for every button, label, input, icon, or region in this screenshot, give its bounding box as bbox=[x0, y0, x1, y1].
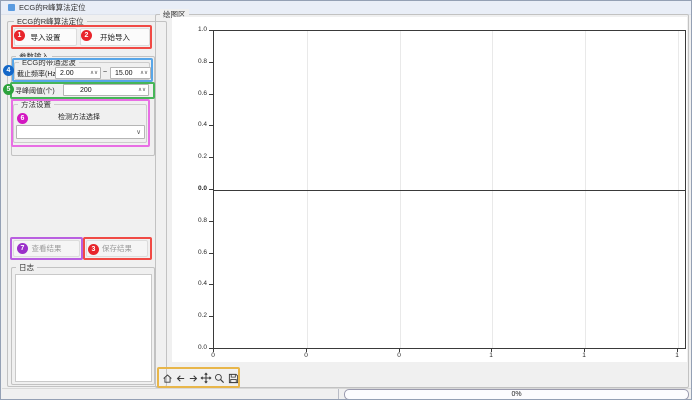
plot-axes bbox=[213, 30, 686, 349]
mark-circle-6: 6 bbox=[17, 113, 28, 124]
x-tick-label: 1 bbox=[576, 352, 592, 360]
method-select-label: 检测方法选择 bbox=[58, 112, 100, 122]
spin-up-down-icon[interactable]: ∧∨ bbox=[90, 70, 100, 76]
start-import-label: 开始导入 bbox=[100, 32, 130, 43]
log-group: 日志 bbox=[11, 267, 155, 385]
y-tickmark bbox=[209, 253, 213, 254]
y-tickmark bbox=[209, 221, 213, 222]
y-tickmark bbox=[209, 125, 213, 126]
y-tick-label: 0.4 bbox=[187, 280, 207, 288]
cutoff-low-spinbox[interactable]: 2.00 ∧∨ bbox=[55, 67, 101, 79]
x-tick-label: 0 bbox=[298, 352, 314, 360]
x-tick-label: 0 bbox=[205, 352, 221, 360]
progress-value: 0% bbox=[511, 391, 521, 398]
log-group-title: 日志 bbox=[16, 262, 37, 273]
spin-up-down-icon[interactable]: ∧∨ bbox=[138, 87, 148, 93]
zoom-magnifier-icon bbox=[214, 373, 225, 384]
app-icon bbox=[8, 4, 15, 11]
y-tick-label: 1.0 bbox=[187, 26, 207, 34]
log-textarea[interactable] bbox=[15, 274, 152, 382]
mark-circle-3: 3 bbox=[88, 244, 99, 255]
title-bar[interactable]: ECG的R峰算法定位 bbox=[1, 1, 692, 15]
cutoff-low-value: 2.00 bbox=[60, 70, 74, 77]
y-tick-label: 0.4 bbox=[187, 121, 207, 129]
import-settings-label: 导入设置 bbox=[31, 32, 61, 43]
y-tick-label: 0.0 bbox=[187, 344, 207, 352]
save-floppy-icon bbox=[228, 373, 239, 384]
cutoff-separator: ~ bbox=[103, 69, 107, 76]
peak-threshold-spinbox[interactable]: 200 ∧∨ bbox=[63, 84, 149, 96]
cutoff-frequency-label: 截止频率(Hz): bbox=[17, 69, 60, 79]
y-tickmark bbox=[209, 284, 213, 285]
method-group-title: 方法设置 bbox=[18, 99, 54, 110]
mark-circle-7: 7 bbox=[17, 243, 28, 254]
y-tickmark bbox=[209, 316, 213, 317]
y-tickmark bbox=[209, 157, 213, 158]
y-tick-label: 0.8 bbox=[187, 58, 207, 66]
toolbar-pan-button[interactable] bbox=[200, 371, 212, 385]
y-tickmark bbox=[209, 189, 213, 190]
forward-arrow-icon bbox=[188, 373, 199, 384]
y-tickmark bbox=[209, 30, 213, 31]
cutoff-high-value: 15.00 bbox=[115, 70, 133, 77]
toolbar-forward-button[interactable] bbox=[187, 371, 199, 385]
plot-canvas[interactable]: 1.0 0.8 0.6 0.4 0.2 0.0 0.8 0.6 0.4 0.2 … bbox=[172, 17, 687, 362]
toolbar-save-button[interactable] bbox=[227, 371, 239, 385]
toolbar-home-button[interactable] bbox=[161, 371, 173, 385]
y-tick-label: 0.8 bbox=[187, 217, 207, 225]
y-tick-label-overlapped: 0.0 bbox=[187, 185, 207, 193]
progress-bar: 0% bbox=[344, 389, 689, 400]
y-tick-label: 0.6 bbox=[187, 90, 207, 98]
back-arrow-icon bbox=[175, 373, 186, 384]
left-main-group-title: ECG的R峰算法定位 bbox=[14, 16, 87, 27]
statusbar-separator bbox=[338, 389, 339, 400]
app-window: ECG的R峰算法定位 ECG的R峰算法定位 导入设置 开始导入 参数输入 ECG… bbox=[0, 0, 692, 400]
x-tick-label: 1 bbox=[669, 352, 685, 360]
peak-threshold-value: 200 bbox=[80, 87, 92, 94]
y-tick-label: 0.2 bbox=[187, 153, 207, 161]
spin-up-down-icon[interactable]: ∧∨ bbox=[140, 70, 150, 76]
mark-circle-5: 5 bbox=[3, 84, 14, 95]
peak-threshold-label: 寻峰阈值(个) bbox=[15, 86, 55, 96]
y-tickmark bbox=[209, 62, 213, 63]
pan-move-icon bbox=[200, 372, 212, 384]
y-tick-label: 0.6 bbox=[187, 249, 207, 257]
chevron-down-icon: ∨ bbox=[136, 128, 141, 136]
toolbar-back-button[interactable] bbox=[174, 371, 186, 385]
mark-circle-4: 4 bbox=[3, 65, 14, 76]
window-title: ECG的R峰算法定位 bbox=[19, 1, 86, 15]
toolbar-zoom-button[interactable] bbox=[213, 371, 225, 385]
subplot-divider bbox=[214, 190, 685, 191]
y-tick-label: 0.2 bbox=[187, 312, 207, 320]
method-select-combobox[interactable]: ∨ bbox=[16, 125, 145, 139]
x-tick-label: 1 bbox=[483, 352, 499, 360]
x-tick-label: 0 bbox=[391, 352, 407, 360]
home-icon bbox=[162, 373, 173, 384]
mark-circle-2: 2 bbox=[81, 30, 92, 41]
cutoff-high-spinbox[interactable]: 15.00 ∧∨ bbox=[110, 67, 151, 79]
view-results-label: 查看结果 bbox=[32, 243, 62, 254]
y-tickmark bbox=[209, 94, 213, 95]
save-results-label: 保存结果 bbox=[102, 243, 132, 254]
mark-circle-1: 1 bbox=[14, 30, 25, 41]
